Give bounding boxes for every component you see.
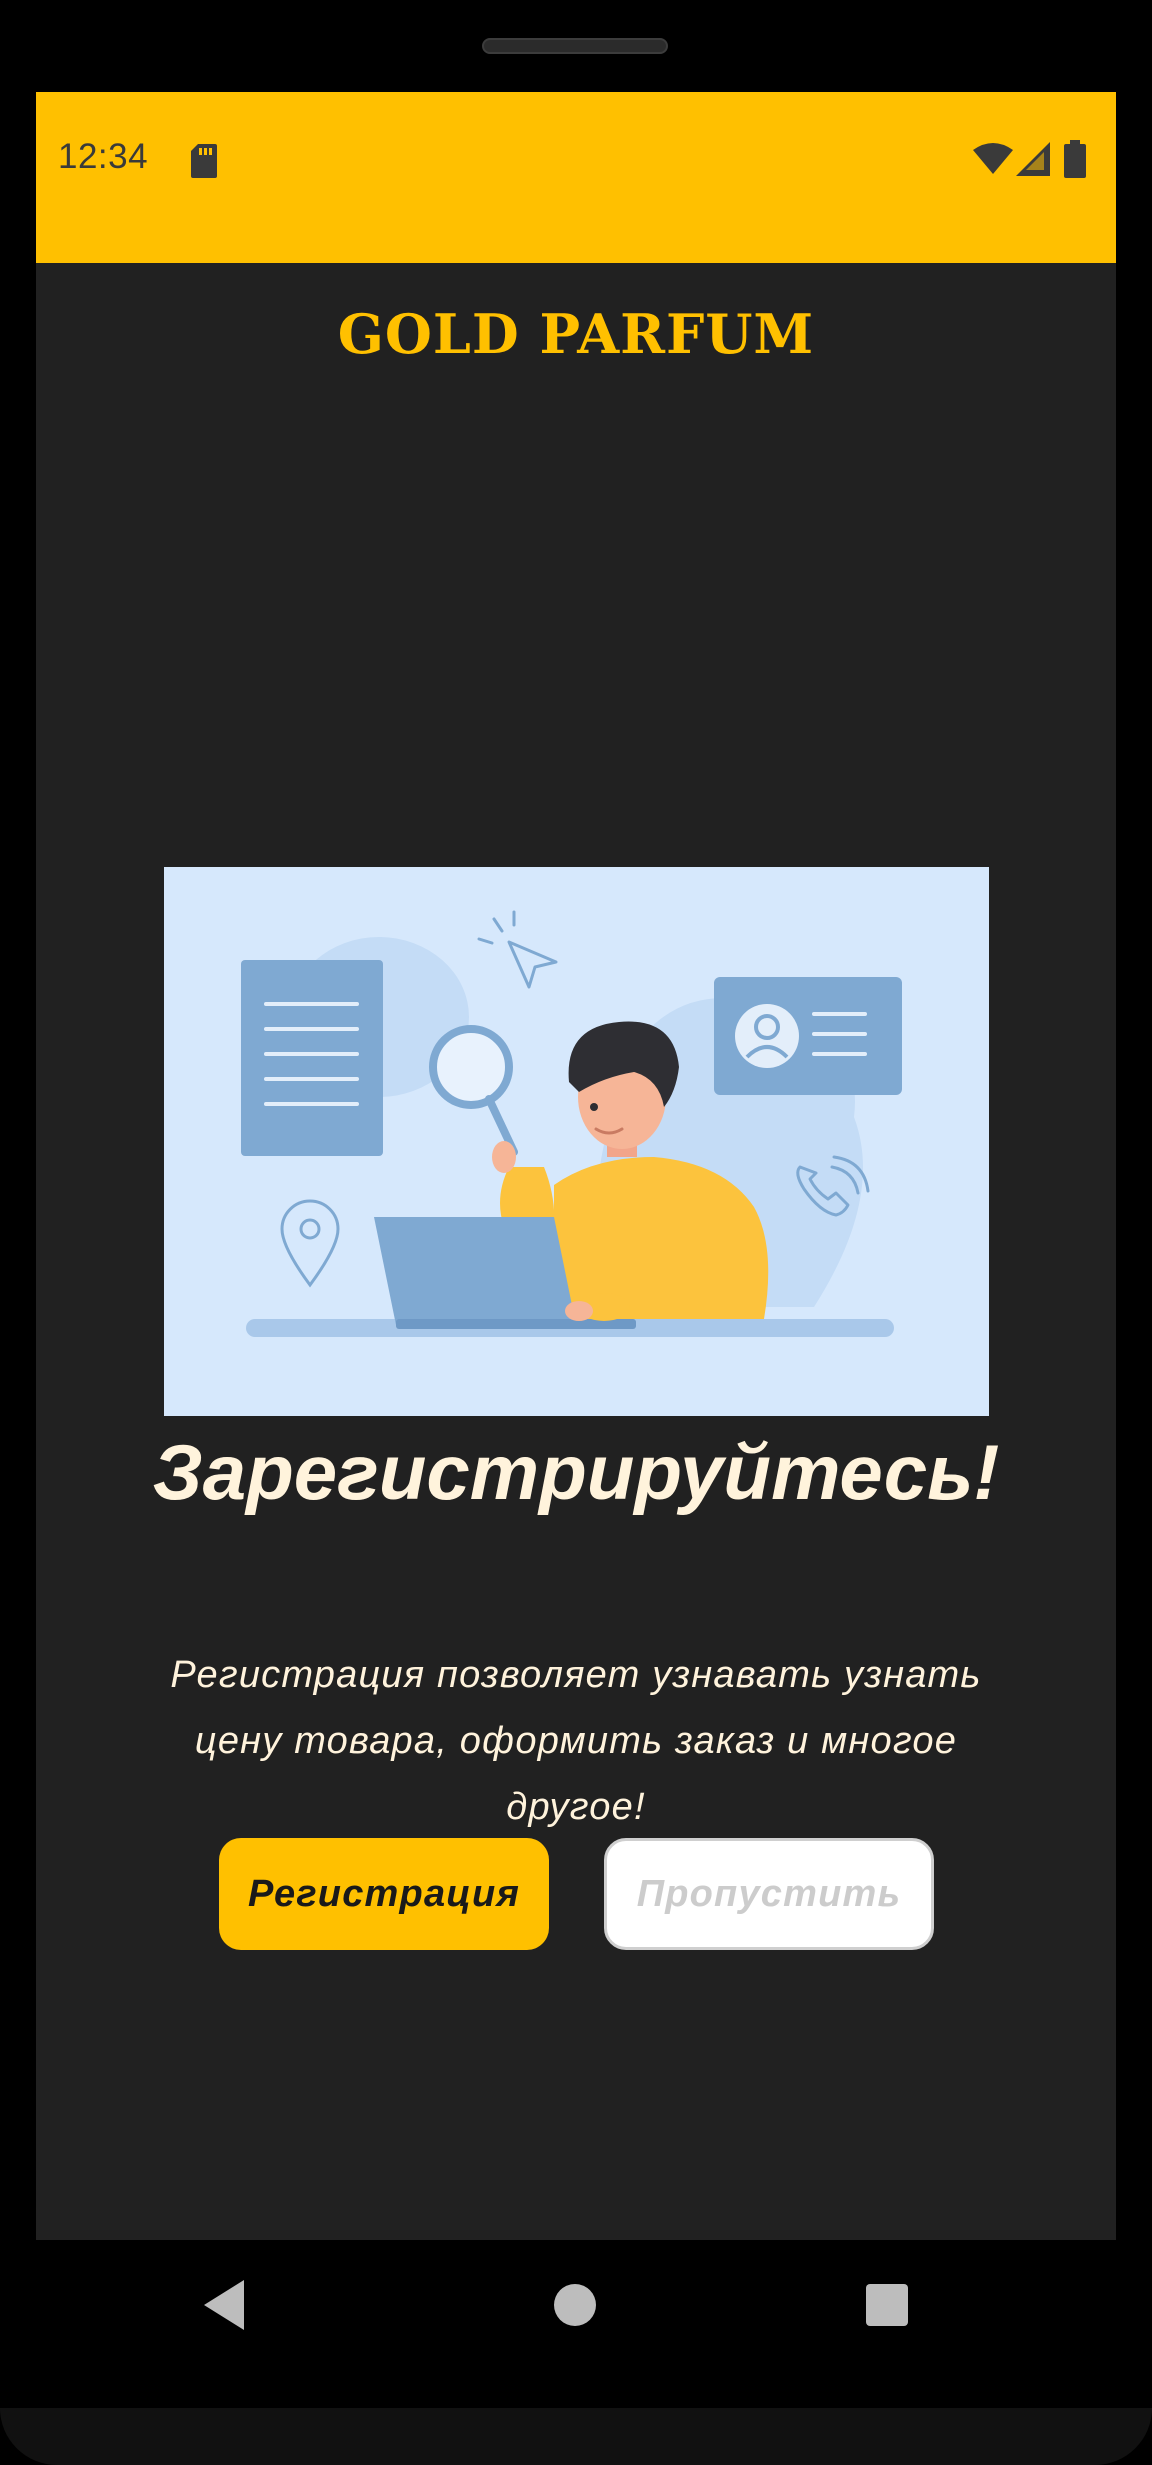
sd-card-icon bbox=[191, 144, 217, 178]
speaker-grille bbox=[482, 38, 668, 54]
home-icon[interactable] bbox=[554, 2284, 596, 2326]
person-with-laptop-illustration bbox=[241, 910, 902, 1337]
back-icon[interactable] bbox=[204, 2280, 248, 2330]
status-time: 12:34 bbox=[58, 137, 149, 176]
onboarding-description: Регистрация позволяет узнавать узнать це… bbox=[170, 1654, 982, 1828]
battery-icon bbox=[1064, 140, 1086, 178]
recent-apps-icon[interactable] bbox=[866, 2284, 908, 2326]
skip-button[interactable]: Пропустить bbox=[604, 1838, 934, 1950]
wifi-icon bbox=[973, 143, 1013, 174]
onboarding-illustration bbox=[164, 867, 989, 1416]
onboarding-headline: Зарегистрируйтесь! bbox=[152, 1428, 1000, 1516]
bottom-bezel bbox=[0, 2408, 1152, 2465]
signal-icon bbox=[1016, 142, 1050, 176]
register-button[interactable]: Регистрация bbox=[219, 1838, 549, 1950]
app-screen: 12:34 GOLD PARFUM Зарегистрируйтесь! Рег… bbox=[36, 92, 1116, 2240]
brand-title: GOLD PARFUM bbox=[337, 302, 815, 366]
status-bar: 12:34 bbox=[36, 92, 1116, 263]
